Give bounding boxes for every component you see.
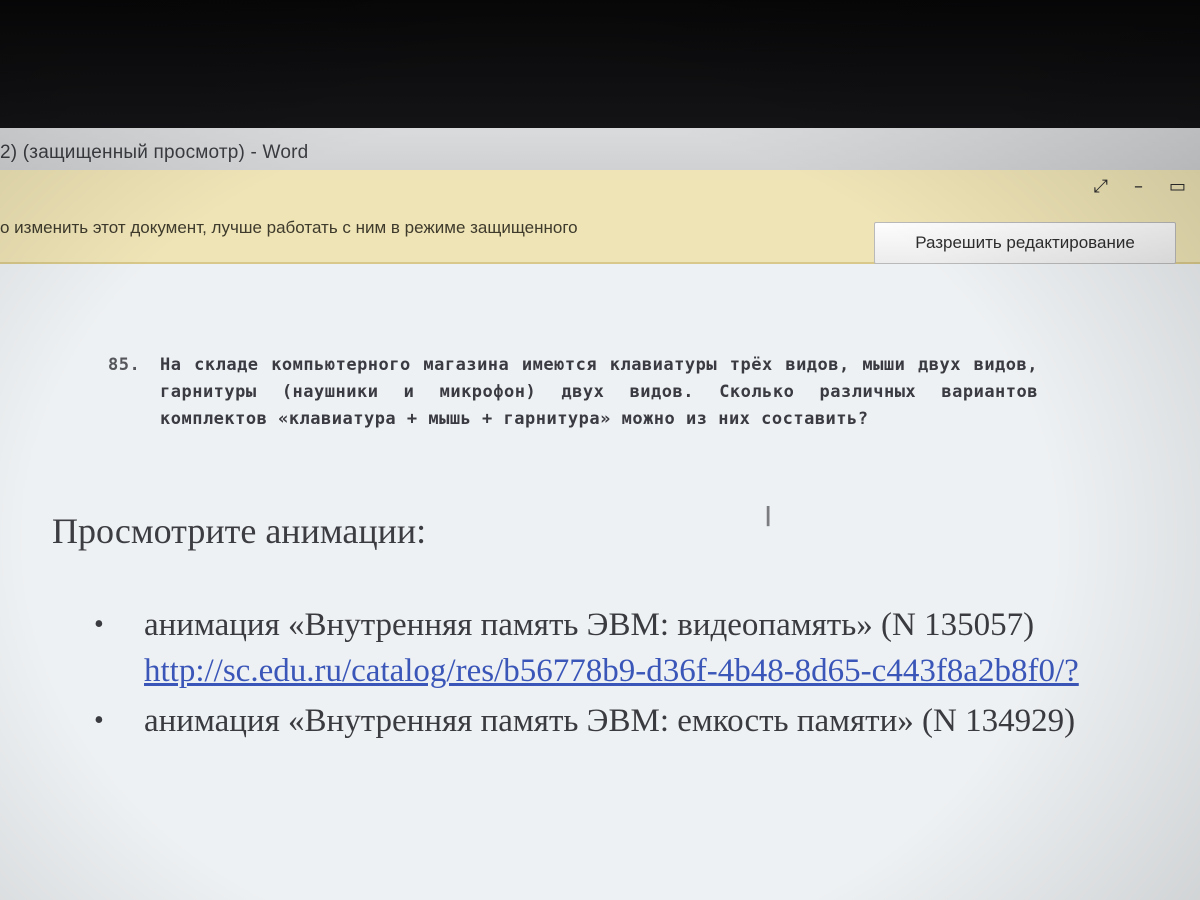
- protected-view-bar: ⤢ – ▭ о изменить этот документ, лучше ра…: [0, 170, 1200, 264]
- word-window: 2) (защищенный просмотр) - Word ⤢ – ▭ о …: [0, 128, 1200, 900]
- section-heading: Просмотрите анимации:: [52, 511, 427, 551]
- protected-view-message: о изменить этот документ, лучше работать…: [0, 218, 578, 237]
- maximize-icon[interactable]: ▭: [1169, 176, 1186, 197]
- title-bar: 2) (защищенный просмотр) - Word: [0, 128, 1200, 170]
- bullet-icon: •: [94, 609, 104, 640]
- minimize-icon[interactable]: –: [1134, 176, 1143, 197]
- list-item-text: анимация «Внутренняя память ЭВМ: видеопа…: [144, 607, 1035, 643]
- resource-link[interactable]: http://sc.edu.ru/catalog/res/b56778b9-d3…: [144, 648, 1094, 694]
- task-number: 85.: [108, 355, 141, 375]
- window-controls: ⤢ – ▭: [1094, 176, 1186, 197]
- monitor-bezel: [0, 0, 1200, 130]
- task-text: На складе компьютерного магазина имеются…: [160, 355, 1038, 429]
- list-item: • анимация «Внутренняя память ЭВМ: видео…: [94, 602, 1094, 694]
- window-title: 2) (защищенный просмотр) - Word: [0, 142, 309, 163]
- list-item: • анимация «Внутренняя память ЭВМ: емкос…: [94, 698, 1094, 744]
- text-cursor-icon: I: [764, 500, 773, 533]
- animation-list: • анимация «Внутренняя память ЭВМ: видео…: [94, 602, 1094, 748]
- task-block: 85. На складе компьютерного магазина име…: [108, 352, 1038, 433]
- restore-icon[interactable]: ⤢: [1094, 176, 1108, 197]
- list-item-text: анимация «Внутренняя память ЭВМ: емкость…: [144, 703, 1076, 739]
- bullet-icon: •: [94, 705, 104, 736]
- document-page[interactable]: 85. На складе компьютерного магазина име…: [0, 264, 1200, 900]
- enable-editing-button[interactable]: Разрешить редактирование: [874, 222, 1176, 264]
